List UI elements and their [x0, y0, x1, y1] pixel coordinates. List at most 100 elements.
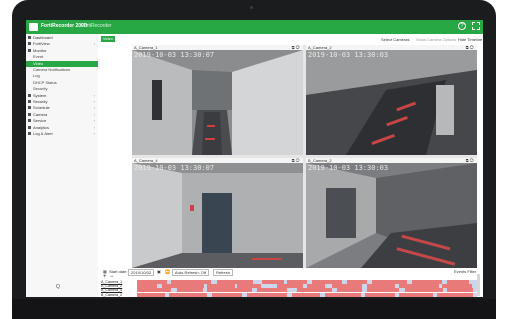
camera-feed-doorway — [132, 163, 303, 268]
help-icon[interactable]: ? — [458, 22, 466, 30]
sidebar-item-label: Camera — [33, 111, 48, 117]
sidebar-item-label: FortiView — [33, 41, 50, 47]
laptop-chin — [12, 299, 496, 319]
timeline-row[interactable]: B_Camera_2 — [101, 292, 483, 297]
security-icon — [28, 100, 31, 103]
sidebar-item-camera[interactable]: Camera › — [26, 112, 98, 118]
camera-tile[interactable]: A_Camera_4 ⧉ ⟳ 2019-10-03 13:30:07 — [132, 158, 303, 268]
sidebar-item-label: Log & Alert — [33, 131, 53, 136]
service-icon — [28, 119, 31, 123]
event-segment[interactable] — [437, 292, 473, 297]
chevron-right-icon: › — [93, 92, 95, 98]
sidebar-item-dashboard[interactable]: Dashboard — [26, 35, 98, 41]
sidebar-item-label: Video — [33, 60, 44, 66]
camera-timestamp: 2019-10-03 13:30:07 — [134, 51, 215, 59]
sidebar-item-monitor[interactable]: Monitor — [26, 48, 98, 54]
auto-refresh-select[interactable]: Auto-Refresh: Off — [172, 269, 210, 276]
chevron-right-icon: › — [93, 99, 95, 104]
hide-timeline-button[interactable]: Hide Timeline — [458, 37, 482, 42]
timeline-scrollbar[interactable] — [477, 274, 480, 296]
sidebar-item-video[interactable]: Video — [26, 60, 98, 67]
camera-name: A_Camera_2 — [308, 45, 332, 50]
sidebar-item-label: Security — [33, 86, 48, 92]
sidebar-search-icon[interactable]: Q — [56, 284, 60, 290]
sidebar-item-label: Log — [33, 73, 40, 79]
tab-video[interactable]: Video — [101, 36, 115, 42]
sidebar-item-dhcp-status[interactable]: DHCP Status — [26, 80, 98, 86]
sidebar-item-label: Service — [33, 118, 47, 124]
camera-header: B_Camera_2 ⧉ ⟳ — [306, 158, 477, 163]
sidebar-item-label: Analytics — [33, 124, 50, 130]
app-subtitle[interactable]: FortiRecorder — [81, 23, 112, 29]
select-cameras-button[interactable]: Select Cameras — [381, 37, 409, 42]
camera-name: A_Camera_4 — [134, 158, 158, 163]
camera-name: A_Camera_1 — [134, 45, 158, 50]
camera-controls-icon[interactable]: ⧉ ⟳ — [292, 45, 300, 50]
sidebar-item-label: Event — [33, 54, 44, 60]
sidebar-item-label: System — [33, 92, 47, 98]
sidebar: Dashboard FortiView › Monitor Event Video Came… — [26, 34, 99, 297]
sidebar-item-schedule[interactable]: Schedule › — [26, 105, 98, 111]
camera-controls-icon[interactable]: ⧉ ⟳ — [292, 158, 300, 163]
sidebar-item-fortiview[interactable]: FortiView › — [26, 41, 98, 47]
timeline-camera-link[interactable]: B_Camera_2 — [101, 293, 122, 297]
camera-tile[interactable]: B_Camera_2 ⧉ ⟳ 2019-10-03 13:30:03 — [306, 158, 477, 268]
sidebar-item-camera-notifications[interactable]: Camera Notifications — [26, 67, 98, 73]
camera-controls-icon[interactable]: ⧉ ⟳ — [466, 158, 474, 163]
camera-header: A_Camera_2 ⧉ ⟳ — [306, 45, 477, 50]
event-segment[interactable] — [365, 292, 395, 297]
chevron-right-icon: › — [93, 111, 95, 117]
sidebar-item-service[interactable]: Service › — [26, 118, 98, 124]
event-segment[interactable] — [292, 292, 320, 297]
event-segment[interactable] — [399, 292, 433, 297]
event-segment[interactable] — [169, 292, 207, 297]
app-logo — [29, 23, 38, 31]
log-alert-icon — [28, 132, 31, 135]
webcam-dot — [250, 6, 253, 9]
sidebar-item-security[interactable]: Security — [26, 86, 98, 92]
camera-tile[interactable]: A_Camera_1 ⧉ ⟳ 2019-10-03 13:30:07 — [132, 45, 303, 155]
event-segment[interactable] — [212, 292, 242, 297]
sidebar-item-log-alert[interactable]: Log & Alert › — [26, 131, 98, 137]
sidebar-item-event[interactable]: Event — [26, 54, 98, 60]
chevron-right-icon: › — [93, 41, 95, 47]
event-segment[interactable] — [247, 292, 287, 297]
camera-timestamp: 2019-10-03 13:30:07 — [134, 164, 215, 172]
camera-timestamp: 2019-10-03 13:30:03 — [308, 164, 389, 172]
events-filter-button[interactable]: Events Filter — [454, 269, 476, 274]
system-icon — [28, 93, 31, 97]
top-bar: FortiRecorder 200D FortiRecorder ? — [26, 20, 483, 34]
event-segment[interactable] — [137, 292, 165, 297]
camera-name: B_Camera_2 — [308, 158, 332, 163]
sidebar-item-label: Security — [33, 99, 48, 104]
fast-forward-icon[interactable]: ⏩ — [165, 269, 170, 274]
refresh-button[interactable]: Refresh — [213, 269, 234, 276]
sidebar-item-log[interactable]: Log — [26, 73, 98, 79]
sidebar-item-analytics[interactable]: Analytics › — [26, 125, 98, 131]
camera-feed-elevator — [306, 163, 477, 268]
laptop-frame: FortiRecorder 200D FortiRecorder ? Dashb… — [12, 0, 496, 319]
sidebar-item-label: Dashboard — [33, 35, 53, 40]
sidebar-item-system[interactable]: System › — [26, 93, 98, 99]
sidebar-item-security[interactable]: Security › — [26, 99, 98, 105]
camera-tile[interactable]: A_Camera_2 ⧉ ⟳ 2019-10-03 13:30:03 — [306, 45, 477, 155]
fullscreen-icon[interactable] — [472, 22, 480, 30]
calendar-picker-icon[interactable]: ▣ — [157, 269, 161, 274]
schedule-icon — [28, 106, 31, 110]
fortiview-icon — [28, 42, 31, 46]
show-camera-options-button[interactable]: Show Camera Options — [416, 37, 456, 42]
event-segment[interactable] — [325, 292, 361, 297]
sidebar-item-label: Schedule — [33, 105, 50, 111]
chevron-right-icon: › — [93, 105, 95, 111]
camera-icon — [28, 112, 31, 116]
camera-timestamp: 2019-10-03 13:30:03 — [308, 51, 389, 59]
camera-controls-icon[interactable]: ⧉ ⟳ — [466, 45, 474, 50]
camera-feed-corridor — [306, 50, 477, 155]
sidebar-item-label: Monitor — [33, 47, 47, 53]
camera-header: A_Camera_4 ⧉ ⟳ — [132, 158, 303, 163]
start-date-input[interactable]: 2019/10/03 — [128, 269, 155, 276]
chevron-right-icon: › — [93, 131, 95, 136]
timeline-track[interactable] — [137, 292, 477, 297]
timeline-panel: ▦ Start date: 2019/10/03 ▣ ⏩ Auto-Refres… — [101, 269, 483, 297]
analytics-icon — [28, 125, 31, 129]
